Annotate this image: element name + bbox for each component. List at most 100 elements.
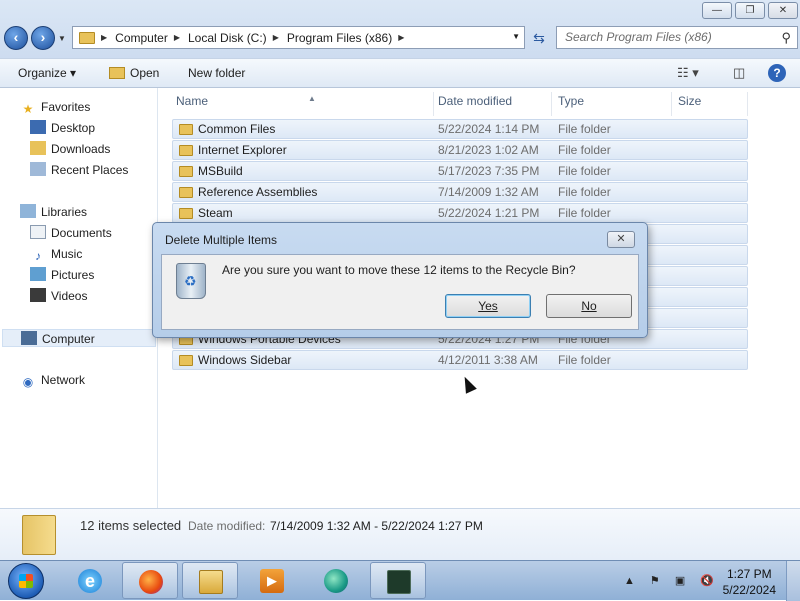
taskbar-windows-explorer[interactable] bbox=[182, 562, 238, 599]
nav-pictures[interactable]: Pictures bbox=[30, 266, 94, 284]
nav-computer[interactable]: Computer bbox=[2, 329, 156, 347]
open-button[interactable]: Open bbox=[109, 66, 159, 80]
navigation-pane: ★ Favorites Desktop Downloads Recent Plac… bbox=[0, 88, 158, 508]
file-type: File folder bbox=[558, 143, 611, 157]
column-header-type[interactable]: Type bbox=[554, 92, 672, 116]
close-window-button[interactable]: ✕ bbox=[768, 2, 798, 19]
file-row[interactable]: Steam 5/22/2024 1:21 PM File folder bbox=[172, 203, 748, 223]
libraries-icon bbox=[20, 204, 36, 218]
nav-downloads[interactable]: Downloads bbox=[30, 140, 110, 158]
file-name: MSBuild bbox=[198, 164, 243, 178]
taskbar-media-player[interactable]: ▶ bbox=[244, 562, 300, 599]
dialog-body: Are you sure you want to move these 12 i… bbox=[161, 254, 639, 330]
nav-videos[interactable]: Videos bbox=[30, 287, 87, 305]
organize-button[interactable]: Organize ▾ bbox=[18, 66, 76, 80]
folder-icon bbox=[179, 124, 193, 135]
column-header-name[interactable]: Name ▲ bbox=[172, 92, 434, 116]
nav-desktop-label: Desktop bbox=[51, 121, 96, 135]
command-bar: Organize ▾ Open New folder ☷ ▾ ◫ ? bbox=[0, 58, 800, 88]
file-name: Internet Explorer bbox=[198, 143, 287, 157]
no-button[interactable]: No bbox=[546, 294, 632, 318]
file-date: 7/14/2009 1:32 AM bbox=[438, 185, 539, 199]
nav-pictures-label: Pictures bbox=[51, 268, 95, 282]
address-bar[interactable]: ▶ Computer ▶ Local Disk (C:) ▶ Program F… bbox=[72, 26, 525, 49]
file-date: 4/12/2011 3:38 AM bbox=[438, 353, 538, 367]
folder-icon bbox=[179, 355, 193, 366]
breadcrumb-separator-icon[interactable]: ▶ bbox=[398, 33, 404, 42]
minimize-button[interactable]: — bbox=[702, 2, 732, 19]
taskbar-firefox[interactable] bbox=[122, 562, 178, 599]
column-header-date[interactable]: Date modified bbox=[434, 92, 552, 116]
nav-libraries[interactable]: Libraries bbox=[20, 203, 87, 221]
file-date: 5/22/2024 1:21 PM bbox=[438, 206, 540, 220]
selected-count: 12 items selected bbox=[80, 518, 182, 533]
media-player-icon: ▶ bbox=[260, 569, 284, 593]
refresh-icon[interactable]: ⇆ bbox=[528, 28, 550, 48]
address-dropdown-icon[interactable]: ▼ bbox=[512, 32, 520, 41]
file-date: 5/22/2024 1:14 PM bbox=[438, 122, 540, 136]
file-name: Windows Sidebar bbox=[198, 353, 292, 367]
dialog-title: Delete Multiple Items bbox=[165, 233, 278, 247]
nav-music[interactable]: ♪ Music bbox=[30, 245, 82, 263]
nav-recent-label: Recent Places bbox=[51, 163, 129, 177]
file-row[interactable]: Common Files 5/22/2024 1:14 PM File folder bbox=[172, 119, 748, 139]
pictures-icon bbox=[30, 267, 46, 281]
nav-favorites[interactable]: ★ Favorites bbox=[20, 98, 91, 116]
file-type: File folder bbox=[558, 206, 611, 220]
search-placeholder: Search Program Files (x86) bbox=[565, 30, 712, 44]
sort-ascending-icon: ▲ bbox=[308, 94, 316, 103]
maximize-button[interactable]: ❐ bbox=[735, 2, 765, 19]
column-name-label: Name bbox=[176, 94, 209, 108]
file-row[interactable]: Internet Explorer 8/21/2023 1:02 AM File f… bbox=[172, 140, 748, 160]
file-name: Reference Assemblies bbox=[198, 185, 318, 199]
breadcrumb-program-files[interactable]: Program Files (x86) bbox=[287, 31, 392, 45]
search-input[interactable]: Search Program Files (x86) ⚲ bbox=[556, 26, 798, 49]
details-pane: 12 items selected Date modified: 7/14/20… bbox=[0, 508, 800, 560]
taskbar-internet-explorer[interactable]: e bbox=[62, 562, 118, 599]
forward-button[interactable]: › bbox=[31, 26, 55, 50]
nav-libraries-label: Libraries bbox=[41, 205, 88, 219]
system-tray-icons[interactable]: ▲ ⚑ ▣ 🔇 bbox=[624, 574, 720, 587]
breadcrumb-separator-icon[interactable]: ▶ bbox=[101, 33, 107, 42]
breadcrumb-separator-icon[interactable]: ▶ bbox=[174, 33, 180, 42]
recent-pages-dropdown-icon[interactable]: ▼ bbox=[58, 34, 66, 43]
search-icon[interactable]: ⚲ bbox=[781, 27, 791, 48]
file-date: 5/17/2023 7:35 PM bbox=[438, 164, 540, 178]
breadcrumb-separator-icon[interactable]: ▶ bbox=[273, 33, 279, 42]
nav-documents[interactable]: Documents bbox=[30, 224, 112, 242]
music-icon: ♪ bbox=[35, 249, 41, 263]
app-icon bbox=[324, 569, 348, 593]
breadcrumb-computer[interactable]: Computer bbox=[115, 31, 168, 45]
show-desktop-button[interactable] bbox=[786, 561, 800, 601]
taskbar-app[interactable] bbox=[308, 562, 364, 599]
network-icon: ◉ bbox=[22, 375, 34, 389]
breadcrumb-local-disk[interactable]: Local Disk (C:) bbox=[188, 31, 267, 45]
clock-time: 1:27 PM bbox=[726, 567, 772, 581]
documents-icon bbox=[30, 225, 46, 239]
nav-downloads-label: Downloads bbox=[51, 142, 111, 156]
change-view-icon[interactable]: ☷ ▾ bbox=[677, 65, 699, 81]
task-manager-icon bbox=[387, 570, 411, 594]
dialog-close-button[interactable]: ✕ bbox=[607, 231, 635, 248]
file-row[interactable]: Reference Assemblies 7/14/2009 1:32 AM Fil… bbox=[172, 182, 748, 202]
file-row[interactable]: MSBuild 5/17/2023 7:35 PM File folder bbox=[172, 161, 748, 181]
nav-network[interactable]: ◉ Network bbox=[20, 371, 85, 389]
recycle-bin-icon bbox=[176, 263, 206, 299]
nav-desktop[interactable]: Desktop bbox=[30, 119, 95, 137]
file-row[interactable]: Windows Sidebar 4/12/2011 3:38 AM File fol… bbox=[172, 350, 748, 370]
firefox-icon bbox=[139, 570, 163, 594]
start-button[interactable] bbox=[8, 563, 44, 599]
back-button[interactable]: ‹ bbox=[4, 26, 28, 50]
column-header-size[interactable]: Size bbox=[674, 92, 748, 116]
yes-button[interactable]: Yes bbox=[445, 294, 531, 318]
clock[interactable]: 1:27 PM 5/22/2024 bbox=[723, 566, 776, 598]
taskbar-task-manager[interactable] bbox=[370, 562, 426, 599]
nav-recent-places[interactable]: Recent Places bbox=[30, 161, 128, 179]
preview-pane-icon[interactable]: ◫ bbox=[733, 65, 745, 81]
new-folder-button[interactable]: New folder bbox=[188, 66, 245, 80]
recent-places-icon bbox=[30, 162, 46, 176]
selection-folder-icon bbox=[22, 515, 56, 555]
folder-icon bbox=[179, 208, 193, 219]
help-icon[interactable]: ? bbox=[768, 64, 786, 82]
computer-icon bbox=[21, 331, 37, 345]
